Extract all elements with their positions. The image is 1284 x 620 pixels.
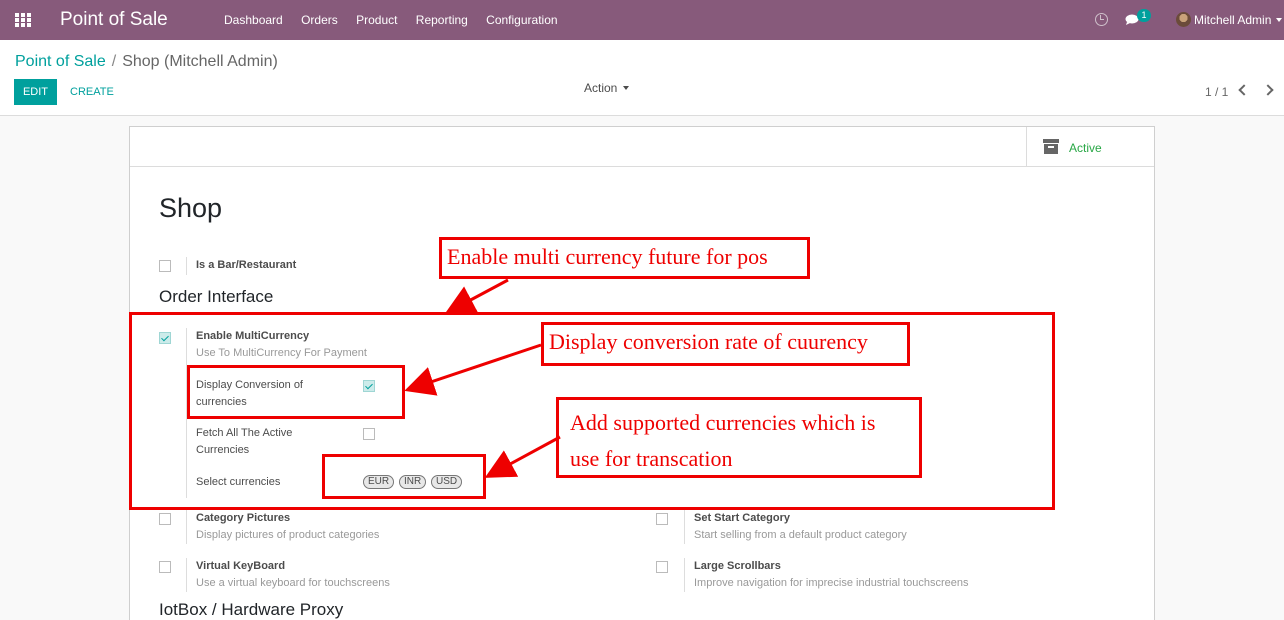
menu-item-product[interactable]: Product	[356, 13, 397, 27]
currencies-highlight-box	[322, 454, 486, 499]
breadcrumb: Point of Sale / Shop (Mitchell Admin)	[15, 53, 278, 71]
active-toggle-button[interactable]: Active	[1026, 127, 1154, 167]
user-menu[interactable]: Mitchell Admin	[1194, 13, 1271, 27]
annotation-display-rate: Display conversion rate of cuurency	[541, 322, 910, 366]
divider	[186, 558, 187, 592]
main-menu: Dashboard Orders Product Reporting Confi…	[224, 13, 573, 27]
virtual-keyboard-label: Virtual KeyBoard	[196, 560, 286, 572]
top-navbar: Point of Sale Dashboard Orders Product R…	[0, 0, 1284, 40]
action-label: Action	[584, 81, 618, 95]
display-conversion-highlight-box	[187, 365, 405, 419]
is-bar-checkbox[interactable]	[159, 260, 171, 272]
virtual-keyboard-checkbox[interactable]	[159, 561, 171, 573]
divider	[684, 510, 685, 544]
large-scrollbars-checkbox[interactable]	[656, 561, 668, 573]
record-title: Shop	[159, 193, 223, 223]
divider	[186, 257, 187, 275]
set-start-category-checkbox[interactable]	[656, 513, 668, 525]
menu-item-orders[interactable]: Orders	[301, 13, 338, 27]
edit-button[interactable]: EDIT	[14, 79, 57, 105]
app-title[interactable]: Point of Sale	[60, 9, 168, 31]
chevron-down-icon	[1276, 18, 1282, 22]
archive-icon	[1043, 139, 1059, 155]
set-start-category-label: Set Start Category	[694, 512, 790, 524]
menu-item-reporting[interactable]: Reporting	[416, 13, 468, 27]
large-scrollbars-help: Improve navigation for imprecise industr…	[694, 577, 969, 589]
divider	[684, 558, 685, 592]
control-panel: Point of Sale / Shop (Mitchell Admin) EDIT…	[0, 40, 1284, 116]
large-scrollbars-label: Large Scrollbars	[694, 560, 781, 572]
breadcrumb-current: Shop (Mitchell Admin)	[122, 53, 278, 70]
caret-down-icon	[623, 86, 630, 90]
set-start-category-help: Start selling from a default product cat…	[694, 529, 907, 541]
category-pictures-label: Category Pictures	[196, 512, 291, 524]
active-label: Active	[1069, 141, 1102, 155]
menu-item-dashboard[interactable]: Dashboard	[224, 13, 283, 27]
chat-count-badge: 1	[1137, 9, 1151, 22]
create-button[interactable]: CREATE	[62, 79, 122, 105]
is-bar-label: Is a Bar/Restaurant	[196, 259, 297, 271]
action-dropdown[interactable]: Action	[584, 81, 630, 95]
pager-previous-icon[interactable]	[1238, 84, 1250, 96]
order-interface-title: Order Interface	[159, 287, 274, 306]
virtual-keyboard-help: Use a virtual keyboard for touchscreens	[196, 577, 390, 589]
activity-clock-icon[interactable]	[1095, 13, 1108, 26]
pager-next-icon[interactable]	[1262, 84, 1274, 96]
category-pictures-checkbox[interactable]	[159, 513, 171, 525]
annotation-add-currencies: Add supported currencies which is use fo…	[556, 397, 922, 478]
annotation-enable-multi: Enable multi currency future for pos	[439, 237, 810, 279]
user-avatar[interactable]	[1176, 12, 1191, 27]
iotbox-title: IotBox / Hardware Proxy	[159, 600, 344, 619]
button-box: Active	[130, 127, 1154, 167]
apps-grid-icon[interactable]	[15, 13, 31, 27]
breadcrumb-root[interactable]: Point of Sale	[15, 53, 106, 70]
pager-value: 1 / 1	[1205, 85, 1229, 99]
menu-item-configuration[interactable]: Configuration	[486, 13, 557, 27]
divider	[186, 510, 187, 544]
category-pictures-help: Display pictures of product categories	[196, 529, 380, 541]
breadcrumb-separator: /	[111, 53, 117, 70]
